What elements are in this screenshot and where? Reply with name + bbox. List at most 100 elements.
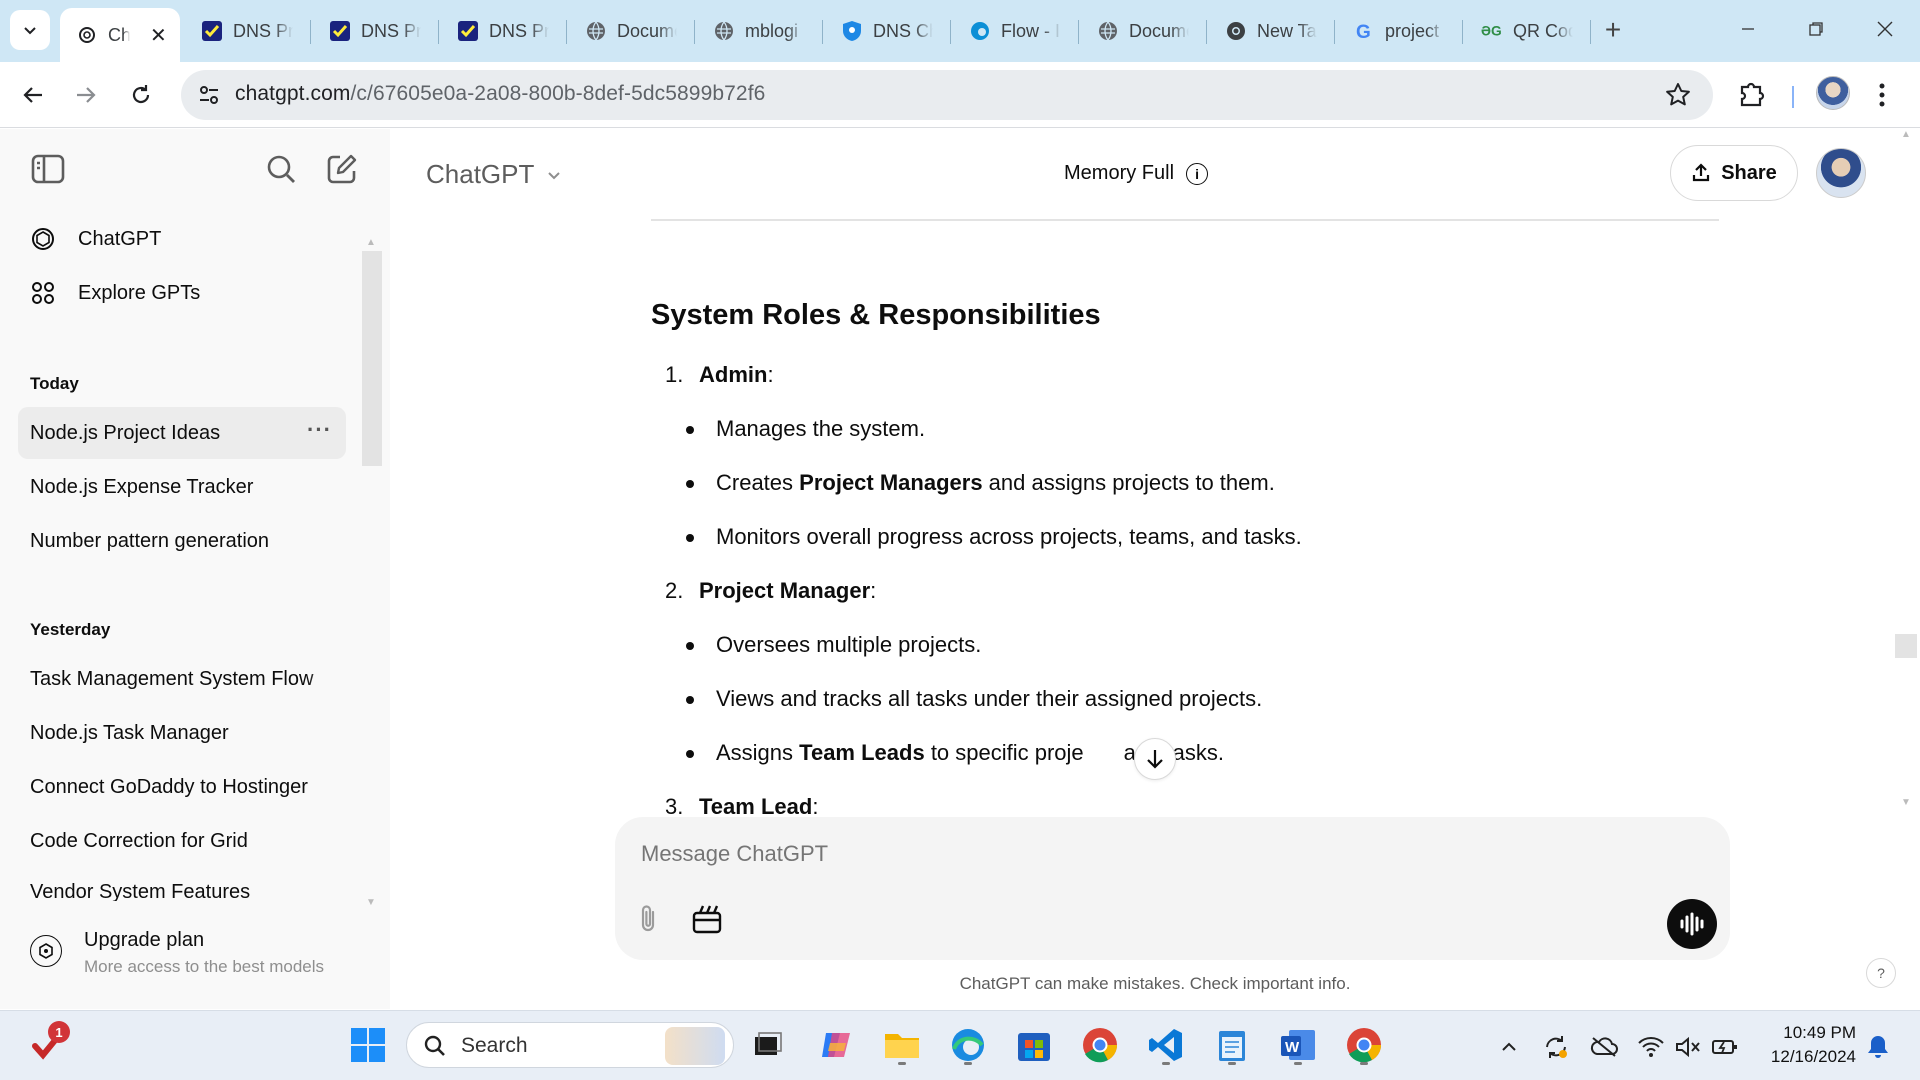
toggle-sidebar-button[interactable] — [30, 151, 66, 187]
more-options-icon[interactable]: ··· — [307, 417, 332, 443]
running-indicator — [1360, 1062, 1368, 1065]
taskbar-app-copilot[interactable] — [814, 1023, 858, 1067]
taskbar-app-notepad[interactable] — [1210, 1023, 1254, 1067]
taskbar-app-chrome-profile[interactable] — [1342, 1023, 1386, 1067]
tab-new-tab[interactable]: New Tab — [1207, 10, 1334, 52]
chat-item-nodejs-task-manager[interactable]: Node.js Task Manager — [18, 707, 346, 759]
paperclip-icon[interactable] — [635, 903, 661, 940]
list-item: Manages the system. — [685, 416, 925, 442]
taskbar-app-file-explorer[interactable] — [880, 1023, 924, 1067]
profile-avatar[interactable] — [1816, 76, 1850, 110]
memory-status[interactable]: Memory Full i — [1064, 162, 1209, 185]
taskbar-app-edge[interactable] — [946, 1023, 990, 1067]
tab-label: ChatGPT — [108, 24, 130, 45]
plus-icon: + — [1604, 14, 1622, 45]
taskbar-app-store[interactable] — [1012, 1023, 1056, 1067]
chat-item-nodejs-expense-tracker[interactable]: Node.js Expense Tracker — [18, 461, 346, 513]
chat-item-number-pattern[interactable]: Number pattern generation — [18, 515, 346, 567]
onedrive-tray-icon[interactable] — [1590, 1033, 1618, 1061]
tab-chatgpt[interactable]: ChatGPT ✕ — [60, 8, 180, 62]
tab-dns-propagation-2[interactable]: DNS Propagation — [311, 10, 438, 52]
tab-project[interactable]: G project — [1335, 10, 1462, 52]
tab-document-1[interactable]: Document — [567, 10, 694, 52]
message-input[interactable] — [641, 841, 1541, 867]
tab-qr-code[interactable]: ƏG QR Code — [1463, 10, 1590, 52]
reload-button[interactable] — [123, 77, 159, 113]
scroll-to-bottom-button[interactable] — [1134, 738, 1176, 780]
sidebar-item-explore-gpts[interactable]: Explore GPTs — [18, 267, 346, 319]
chat-item-vendor-system-features[interactable]: Vendor System Features — [18, 869, 346, 901]
search-label: Search — [461, 1034, 528, 1057]
globe-icon — [585, 20, 607, 42]
bookmark-star-icon[interactable] — [1665, 82, 1691, 113]
taskbar-app-vscode[interactable] — [1144, 1023, 1188, 1067]
tab-separator — [1590, 20, 1591, 44]
tab-flow[interactable]: Flow - I — [951, 10, 1078, 52]
model-name: ChatGPT — [426, 159, 535, 189]
chat-item-connect-godaddy[interactable]: Connect GoDaddy to Hostinger — [18, 761, 346, 813]
chat-item-code-correction-grid[interactable]: Code Correction for Grid — [18, 815, 346, 867]
vscode-icon — [1149, 1029, 1182, 1061]
chat-item-task-management-flow[interactable]: Task Management System Flow — [18, 653, 346, 705]
minimize-button[interactable] — [1733, 14, 1763, 44]
system-clock[interactable]: 10:49 PM 12/16/2024 — [1760, 1021, 1856, 1069]
notifications-button[interactable] — [1864, 1033, 1892, 1061]
info-icon[interactable]: i — [1186, 162, 1209, 185]
running-indicator — [964, 1062, 972, 1065]
tab-mblogi[interactable]: mblogi — [695, 10, 822, 52]
tab-dns-propagation-3[interactable]: DNS Propagation — [439, 10, 566, 52]
taskbar-search[interactable]: Search — [406, 1022, 734, 1068]
extensions-button[interactable] — [1735, 77, 1769, 116]
chat-item-nodejs-project-ideas[interactable]: Node.js Project Ideas ··· — [18, 407, 346, 459]
tab-search-button[interactable] — [10, 10, 50, 50]
help-button[interactable]: ? — [1866, 958, 1896, 988]
sidebar-scrollbar[interactable]: ▲ ▼ — [362, 237, 382, 909]
tab-document-2[interactable]: Document — [1079, 10, 1206, 52]
show-hidden-icons-button[interactable] — [1495, 1033, 1523, 1061]
task-view-icon — [755, 1032, 782, 1055]
close-window-button[interactable] — [1870, 14, 1900, 44]
tab-label: project — [1385, 20, 1440, 41]
start-button[interactable] — [346, 1023, 390, 1067]
taskbar-app-word[interactable]: W — [1276, 1023, 1320, 1067]
scroll-up-arrow-icon[interactable]: ▲ — [366, 237, 376, 248]
new-tab-button[interactable]: + — [1597, 14, 1629, 46]
forward-button[interactable] — [68, 77, 104, 113]
bullet-text: and assigns projects to them. — [982, 470, 1275, 495]
wifi-tray-icon[interactable] — [1637, 1033, 1665, 1061]
running-indicator — [1228, 1062, 1236, 1065]
share-button[interactable]: Share — [1670, 145, 1798, 201]
scrollbar-thumb[interactable] — [1895, 634, 1917, 658]
taskbar-app-task-view[interactable] — [746, 1023, 790, 1067]
address-bar[interactable]: chatgpt.com/c/67605e0a-2a08-800b-8def-5d… — [181, 70, 1713, 120]
new-chat-button[interactable] — [324, 151, 360, 187]
model-selector[interactable]: ChatGPT — [426, 159, 562, 190]
voice-mode-button[interactable] — [1667, 899, 1717, 949]
search-chats-button[interactable] — [263, 151, 299, 187]
tools-icon[interactable] — [691, 903, 723, 940]
tab-dns-checker[interactable]: DNS Checker — [823, 10, 950, 52]
tab-label: Document — [1129, 20, 1189, 41]
browser-menu-button[interactable] — [1872, 78, 1892, 117]
tab-dns-propagation-1[interactable]: DNS Propagation — [183, 10, 310, 52]
back-button[interactable] — [15, 77, 51, 113]
scroll-up-arrow-icon[interactable]: ▲ — [1901, 129, 1911, 140]
restore-button[interactable] — [1801, 14, 1831, 44]
url-text[interactable]: chatgpt.com/c/67605e0a-2a08-800b-8def-5d… — [235, 82, 765, 106]
sync-tray-icon[interactable] — [1542, 1033, 1570, 1061]
close-icon[interactable]: ✕ — [150, 23, 167, 48]
battery-tray-icon[interactable] — [1711, 1033, 1739, 1061]
sidebar-item-chatgpt[interactable]: ChatGPT — [18, 213, 346, 265]
checklist-icon — [201, 20, 223, 42]
scroll-down-arrow-icon[interactable]: ▼ — [1901, 797, 1911, 808]
site-info-icon[interactable] — [197, 83, 221, 112]
taskbar-app-checklist[interactable]: 1 — [26, 1021, 70, 1067]
arrow-right-icon — [77, 87, 96, 103]
page-scrollbar[interactable]: ▲ ▼ — [1895, 129, 1920, 1009]
scroll-down-arrow-icon[interactable]: ▼ — [366, 897, 376, 908]
volume-tray-icon[interactable] — [1674, 1033, 1702, 1061]
scrollbar-thumb[interactable] — [362, 251, 382, 466]
taskbar-app-chrome[interactable] — [1078, 1023, 1122, 1067]
user-avatar[interactable] — [1816, 148, 1866, 198]
role-suffix: : — [870, 578, 877, 603]
